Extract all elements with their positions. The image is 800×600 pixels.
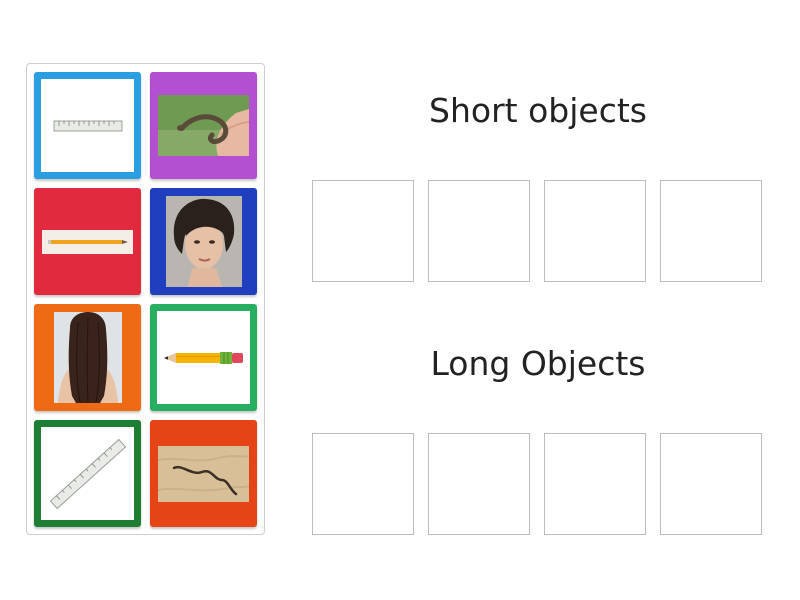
card-long-ruler[interactable]: [34, 420, 141, 527]
drop-slot-long-3[interactable]: [544, 433, 646, 535]
drop-slot-long-2[interactable]: [428, 433, 530, 535]
short-pencil-icon: [163, 351, 243, 364]
card-short-ruler[interactable]: [34, 72, 141, 179]
group-title-short: Short objects: [429, 91, 647, 130]
drop-slot-long-4[interactable]: [660, 433, 762, 535]
long-ruler-icon: [49, 438, 126, 509]
card-short-pencil[interactable]: [150, 304, 257, 411]
short-ruler-icon: [53, 120, 122, 131]
drop-slot-short-1[interactable]: [312, 180, 414, 282]
card-short-hair[interactable]: [150, 188, 257, 295]
drop-slot-short-4[interactable]: [660, 180, 762, 282]
card-short-snake[interactable]: [150, 72, 257, 179]
group-title-long: Long Objects: [430, 344, 646, 383]
long-hair-icon: [53, 312, 122, 403]
long-pencil-icon: [42, 229, 133, 254]
card-long-pencil[interactable]: [34, 188, 141, 295]
card-long-snake[interactable]: [150, 420, 257, 527]
snake-on-sand-icon: [158, 445, 249, 502]
drop-slot-long-1[interactable]: [312, 433, 414, 535]
drop-slot-short-2[interactable]: [428, 180, 530, 282]
short-hair-woman-icon: [165, 196, 242, 287]
drop-slot-short-3[interactable]: [544, 180, 646, 282]
card-long-hair[interactable]: [34, 304, 141, 411]
snake-on-hand-icon: [158, 95, 249, 156]
